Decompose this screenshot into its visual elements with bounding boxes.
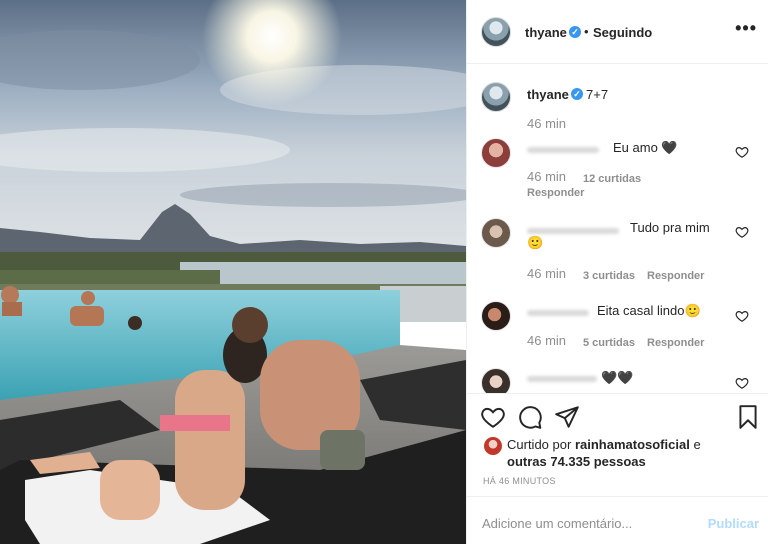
post-sidebar: thyane ✓ • Seguindo ••• thyane ✓ 7+7 46 … (466, 0, 768, 544)
verified-icon: ✓ (571, 88, 583, 100)
avatar[interactable] (481, 301, 511, 331)
caption-text: 7+7 (586, 87, 609, 102)
share-icon[interactable] (554, 404, 580, 430)
liker-username[interactable]: rainhamatosoficial (575, 437, 690, 452)
comment-likes[interactable]: 3 curtidas (583, 270, 635, 282)
comment-time[interactable]: 46 min (527, 266, 566, 281)
likes-prefix: Curtido por (507, 437, 572, 452)
author-username[interactable]: thyane (525, 25, 567, 40)
liker-avatar[interactable] (484, 437, 502, 455)
heart-icon[interactable] (480, 404, 506, 430)
bookmark-icon[interactable] (735, 404, 761, 430)
comment-text: Eu amo 🖤 (613, 140, 678, 155)
comment-input[interactable]: Adicione um comentário... (482, 516, 632, 531)
avatar[interactable] (481, 218, 511, 248)
comments-list[interactable]: thyane ✓ 7+7 46 min Eu amo 🖤 46 min 12 c… (467, 65, 768, 393)
likes-joiner: e (693, 437, 701, 452)
heart-icon[interactable] (735, 145, 749, 159)
post-header: thyane ✓ • Seguindo ••• (467, 0, 768, 64)
comment-likes[interactable]: 5 curtidas (583, 337, 635, 349)
comment-text: Tudo pra mim (630, 220, 710, 235)
follow-status-button[interactable]: Seguindo (593, 25, 652, 40)
reply-button[interactable]: Responder (647, 337, 704, 349)
heart-icon[interactable] (735, 309, 749, 323)
post-actions: Curtido por rainhamatosoficial e outras … (467, 393, 768, 496)
more-options-icon[interactable]: ••• (735, 18, 757, 39)
reply-button[interactable]: Responder (647, 270, 704, 282)
caption-time[interactable]: 46 min (527, 116, 566, 131)
add-comment-bar: Adicione um comentário... Publicar (467, 496, 768, 544)
post-photo[interactable] (0, 0, 466, 544)
comment-time[interactable]: 46 min (527, 169, 566, 184)
comment-username[interactable] (527, 147, 599, 153)
author-avatar[interactable] (481, 17, 511, 47)
header-separator: • (584, 24, 589, 39)
comment-likes[interactable]: 12 curtidas (583, 173, 641, 185)
comment-text: 🖤🖤 (601, 370, 634, 385)
post-image (0, 0, 466, 544)
publish-button[interactable]: Publicar (708, 516, 759, 531)
comment-username[interactable] (527, 310, 589, 316)
comment-time[interactable]: 46 min (527, 333, 566, 348)
comment-username[interactable] (527, 376, 597, 382)
avatar[interactable] (481, 138, 511, 168)
post-timestamp[interactable]: HÁ 46 MINUTOS (483, 476, 556, 486)
comment-icon[interactable] (517, 404, 543, 430)
comment-username[interactable] (527, 228, 619, 234)
avatar[interactable] (481, 368, 511, 393)
likes-summary: Curtido por rainhamatosoficial e outras … (507, 436, 757, 470)
heart-icon[interactable] (735, 225, 749, 239)
reply-button[interactable]: Responder (527, 187, 584, 199)
comment-text: Eita casal lindo🙂 (597, 303, 701, 318)
verified-icon: ✓ (569, 26, 581, 38)
heart-icon[interactable] (735, 376, 749, 390)
caption-author-avatar[interactable] (481, 82, 511, 112)
caption-author-username[interactable]: thyane (527, 87, 569, 102)
others-likes-link[interactable]: outras 74.335 pessoas (507, 454, 646, 469)
comment-text-emoji: 🙂 (527, 235, 544, 250)
